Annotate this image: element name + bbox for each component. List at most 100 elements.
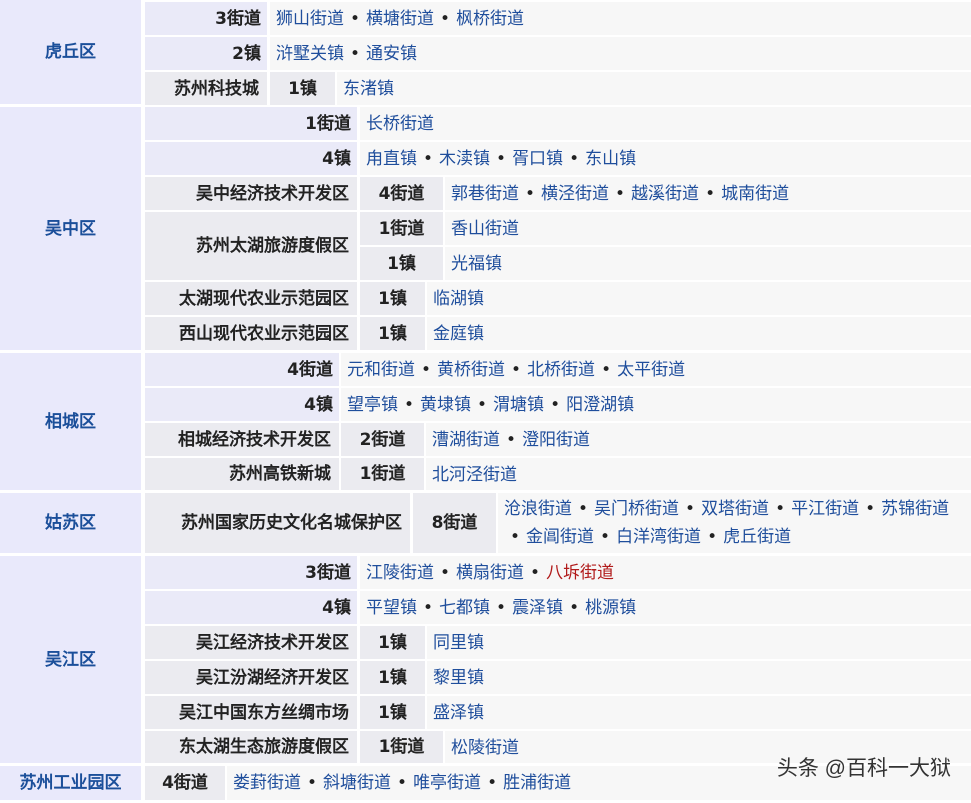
item-link[interactable]: 白洋湾街道 bbox=[616, 527, 701, 547]
item-link[interactable]: 横泾街道 bbox=[541, 184, 609, 204]
separator: • bbox=[550, 395, 561, 415]
item-link[interactable]: 苏锦街道 bbox=[881, 499, 949, 519]
row-items: 同里镇 bbox=[427, 626, 971, 659]
district-xiangcheng[interactable]: 相城区 bbox=[0, 353, 141, 490]
item-link[interactable]: 浒墅关镇 bbox=[276, 44, 344, 64]
item-link[interactable]: 震泽镇 bbox=[512, 598, 563, 618]
row-count: 1镇 bbox=[360, 317, 425, 350]
row-items: 长桥街道 bbox=[360, 107, 971, 140]
item-link[interactable]: 狮山街道 bbox=[276, 9, 344, 29]
item-link[interactable]: 唯亭街道 bbox=[413, 773, 481, 793]
item-link[interactable]: 金庭镇 bbox=[433, 324, 484, 344]
item-link[interactable]: 望亭镇 bbox=[347, 395, 398, 415]
item-link[interactable]: 光福镇 bbox=[451, 254, 502, 274]
row-items: 香山街道 bbox=[445, 212, 971, 245]
item-link[interactable]: 横塘街道 bbox=[366, 9, 434, 29]
item-link[interactable]: 东山镇 bbox=[585, 149, 636, 169]
separator: • bbox=[423, 598, 434, 618]
row-items: 盛泽镇 bbox=[427, 696, 971, 729]
item-link[interactable]: 澄阳街道 bbox=[522, 430, 590, 450]
item-link[interactable]: 东渚镇 bbox=[343, 79, 394, 99]
item-link[interactable]: 胥口镇 bbox=[512, 149, 563, 169]
row-count: 4街道 bbox=[145, 353, 339, 386]
item-link[interactable]: 黎里镇 bbox=[433, 668, 484, 688]
separator: • bbox=[397, 773, 408, 793]
separator: • bbox=[510, 527, 521, 547]
district-huqiu[interactable]: 虎丘区 bbox=[0, 0, 141, 104]
row-items: 光福镇 bbox=[445, 247, 971, 280]
item-link[interactable]: 渭塘镇 bbox=[493, 395, 544, 415]
item-link[interactable]: 盛泽镇 bbox=[433, 703, 484, 723]
row-items: 狮山街道 • 横塘街道 • 枫桥街道 bbox=[270, 2, 971, 35]
district-wuzhong[interactable]: 吴中区 bbox=[0, 107, 141, 350]
item-link[interactable]: 娄葑街道 bbox=[233, 773, 301, 793]
row-count: 3街道 bbox=[145, 556, 357, 589]
separator: • bbox=[477, 395, 488, 415]
item-link[interactable]: 同里镇 bbox=[433, 633, 484, 653]
item-link[interactable]: 横扇街道 bbox=[456, 563, 524, 583]
item-link[interactable]: 吴门桥街道 bbox=[594, 499, 679, 519]
item-link[interactable]: 桃源镇 bbox=[585, 598, 636, 618]
item-link[interactable]: 城南街道 bbox=[721, 184, 789, 204]
item-link[interactable]: 平望镇 bbox=[366, 598, 417, 618]
item-link[interactable]: 太平街道 bbox=[617, 360, 685, 380]
row-items: 沧浪街道 • 吴门桥街道 • 双塔街道 • 平江街道 • 苏锦街道• 金阊街道 • 白洋湾街道 • 虎丘街… bbox=[498, 493, 971, 553]
item-link[interactable]: 木渎镇 bbox=[439, 149, 490, 169]
item-link[interactable]: 越溪街道 bbox=[631, 184, 699, 204]
item-link[interactable]: 黄桥街道 bbox=[437, 360, 505, 380]
item-link[interactable]: 北河泾街道 bbox=[432, 465, 517, 485]
item-link[interactable]: 沧浪街道 bbox=[504, 499, 572, 519]
item-link[interactable]: 临湖镇 bbox=[433, 289, 484, 309]
item-link[interactable]: 黄埭镇 bbox=[420, 395, 471, 415]
district-wujiang[interactable]: 吴江区 bbox=[0, 556, 141, 763]
item-link[interactable]: 斜塘街道 bbox=[323, 773, 391, 793]
item-link[interactable]: 香山街道 bbox=[451, 219, 519, 239]
row-count: 1街道 bbox=[145, 107, 357, 140]
item-link[interactable]: 金阊街道 bbox=[526, 527, 594, 547]
separator: • bbox=[525, 184, 536, 204]
separator: • bbox=[404, 395, 415, 415]
sub-area-label: 苏州国家历史文化名城保护区 bbox=[145, 493, 410, 553]
separator: • bbox=[707, 527, 718, 547]
item-link[interactable]: 胜浦街道 bbox=[503, 773, 571, 793]
sub-area-label: 太湖现代农业示范园区 bbox=[145, 282, 357, 315]
district-gusu[interactable]: 姑苏区 bbox=[0, 493, 141, 553]
item-link[interactable]: 江陵街道 bbox=[366, 563, 434, 583]
row-count: 1镇 bbox=[360, 661, 425, 694]
item-link[interactable]: 元和街道 bbox=[347, 360, 415, 380]
separator: • bbox=[865, 499, 876, 519]
item-link-missing[interactable]: 八坼街道 bbox=[546, 563, 614, 583]
item-link[interactable]: 七都镇 bbox=[439, 598, 490, 618]
item-link[interactable]: 通安镇 bbox=[366, 44, 417, 64]
row-items: 黎里镇 bbox=[427, 661, 971, 694]
separator: • bbox=[423, 149, 434, 169]
item-link[interactable]: 平江街道 bbox=[791, 499, 859, 519]
row-items: 郭巷街道 • 横泾街道 • 越溪街道 • 城南街道 bbox=[445, 177, 971, 210]
item-link[interactable]: 虎丘街道 bbox=[723, 527, 791, 547]
item-link[interactable]: 北桥街道 bbox=[527, 360, 595, 380]
row-count: 3街道 bbox=[145, 2, 267, 35]
row-count: 2镇 bbox=[145, 37, 267, 70]
separator: • bbox=[705, 184, 716, 204]
item-link[interactable]: 长桥街道 bbox=[366, 114, 434, 134]
row-items: 元和街道 • 黄桥街道 • 北桥街道 • 太平街道 bbox=[341, 353, 971, 386]
sub-area-label: 东太湖生态旅游度假区 bbox=[145, 731, 357, 763]
item-link[interactable]: 双塔街道 bbox=[701, 499, 769, 519]
row-count: 1镇 bbox=[360, 247, 443, 280]
item-link[interactable]: 甪直镇 bbox=[366, 149, 417, 169]
item-link[interactable]: 郭巷街道 bbox=[451, 184, 519, 204]
separator: • bbox=[530, 563, 541, 583]
item-link[interactable]: 松陵街道 bbox=[451, 738, 519, 758]
row-count: 4街道 bbox=[145, 766, 225, 800]
item-link[interactable]: 漕湖街道 bbox=[432, 430, 500, 450]
separator: • bbox=[350, 9, 361, 29]
district-sip[interactable]: 苏州工业园区 bbox=[0, 766, 141, 800]
separator: • bbox=[350, 44, 361, 64]
item-link[interactable]: 枫桥街道 bbox=[456, 9, 524, 29]
separator: • bbox=[496, 149, 507, 169]
separator: • bbox=[685, 499, 696, 519]
separator: • bbox=[440, 563, 451, 583]
sub-area-label: 西山现代农业示范园区 bbox=[145, 317, 357, 350]
item-link[interactable]: 阳澄湖镇 bbox=[566, 395, 634, 415]
sub-area-label: 吴江经济技术开发区 bbox=[145, 626, 357, 659]
